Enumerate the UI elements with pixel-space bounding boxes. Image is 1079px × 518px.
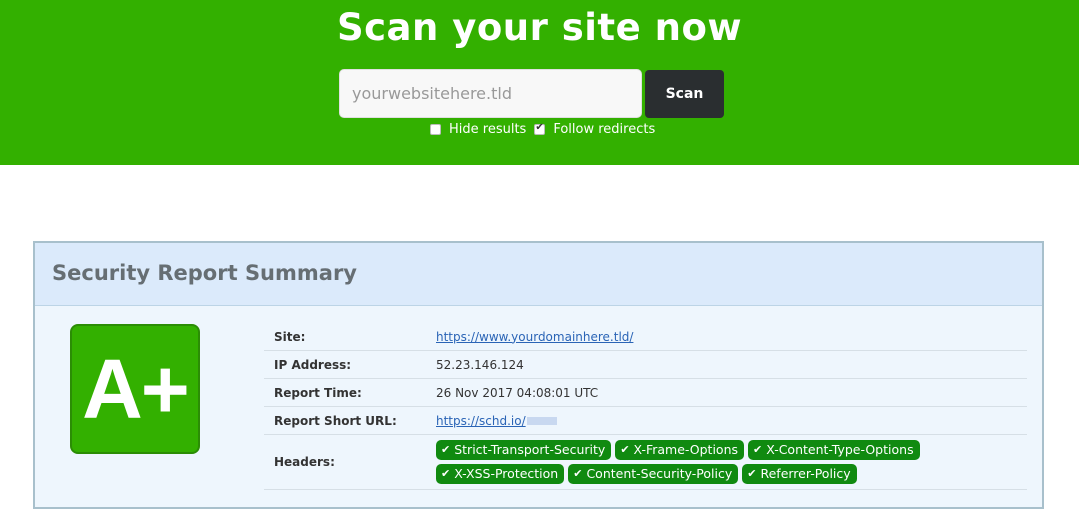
hide-results-checkbox[interactable]	[430, 123, 441, 135]
check-icon: ✔	[573, 467, 583, 480]
url-input[interactable]	[339, 69, 642, 118]
follow-redirects-label[interactable]: Follow redirects	[553, 122, 655, 137]
report-header: Security Report Summary	[35, 243, 1042, 306]
ip-value: 52.23.146.124	[436, 357, 524, 372]
report-title: Security Report Summary	[52, 261, 357, 285]
site-link[interactable]: https://www.yourdomainhere.tld/	[436, 330, 633, 344]
short-url-label: Report Short URL:	[274, 413, 397, 428]
time-value: 26 Nov 2017 04:08:01 UTC	[436, 385, 599, 400]
header-badge-label: Referrer-Policy	[760, 466, 851, 481]
header-badge: ✔ Referrer-Policy	[742, 464, 857, 484]
page-title: Scan your site now	[336, 6, 743, 49]
ip-label: IP Address:	[274, 357, 352, 372]
ip-row: IP Address: 52.23.146.124	[264, 351, 1027, 379]
grade-badge: A+	[70, 324, 200, 454]
hide-results-option[interactable]: Hide results	[430, 122, 526, 137]
time-label: Report Time:	[274, 385, 362, 400]
header-badge-label: Content-Security-Policy	[586, 466, 733, 481]
security-report-summary: Security Report Summary A+ Site: https:/…	[33, 241, 1044, 509]
header-badge-label: X-Frame-Options	[633, 442, 739, 457]
check-icon: ✔	[747, 467, 757, 480]
site-row: Site: https://www.yourdomainhere.tld/	[264, 323, 1027, 351]
header-badge: ✔ X-XSS-Protection	[436, 464, 565, 484]
follow-redirects-checkbox[interactable]	[534, 122, 546, 135]
follow-redirects-option[interactable]: Follow redirects	[534, 122, 655, 137]
header-badge: ✔ Strict-Transport-Security	[436, 440, 612, 460]
check-icon: ✔	[441, 467, 451, 480]
header-badge: ✔ X-Content-Type-Options	[748, 440, 920, 460]
check-icon: ✔	[753, 443, 763, 456]
header-badges: ✔ Strict-Transport-Security ✔ X-Frame-Optio…	[436, 437, 956, 487]
scan-options: Hide results Follow redirects	[430, 120, 663, 138]
hide-results-label[interactable]: Hide results	[449, 122, 526, 137]
headers-label: Headers:	[274, 455, 335, 469]
check-icon: ✔	[620, 443, 630, 456]
header-badge-label: X-XSS-Protection	[454, 466, 559, 481]
header-badge-label: X-Content-Type-Options	[766, 442, 914, 457]
scan-button[interactable]: Scan	[645, 70, 724, 118]
header-badge: ✔ Content-Security-Policy	[568, 464, 739, 484]
short-url-link[interactable]: https://schd.io/	[436, 414, 526, 428]
check-icon: ✔	[441, 443, 451, 456]
time-row: Report Time: 26 Nov 2017 04:08:01 UTC	[264, 379, 1027, 407]
site-label: Site:	[274, 329, 306, 344]
redacted-blur	[526, 417, 557, 425]
short-url-row: Report Short URL: https://schd.io/	[264, 407, 1027, 435]
header-badge-label: Strict-Transport-Security	[454, 442, 606, 457]
scan-hero: Scan your site now Scan Hide results Fol…	[0, 0, 1079, 165]
header-badge: ✔ X-Frame-Options	[615, 440, 745, 460]
report-info-table: Site: https://www.yourdomainhere.tld/ IP…	[264, 323, 1027, 490]
headers-row: Headers: ✔ Strict-Transport-Security ✔ X-Fr…	[264, 435, 1027, 490]
